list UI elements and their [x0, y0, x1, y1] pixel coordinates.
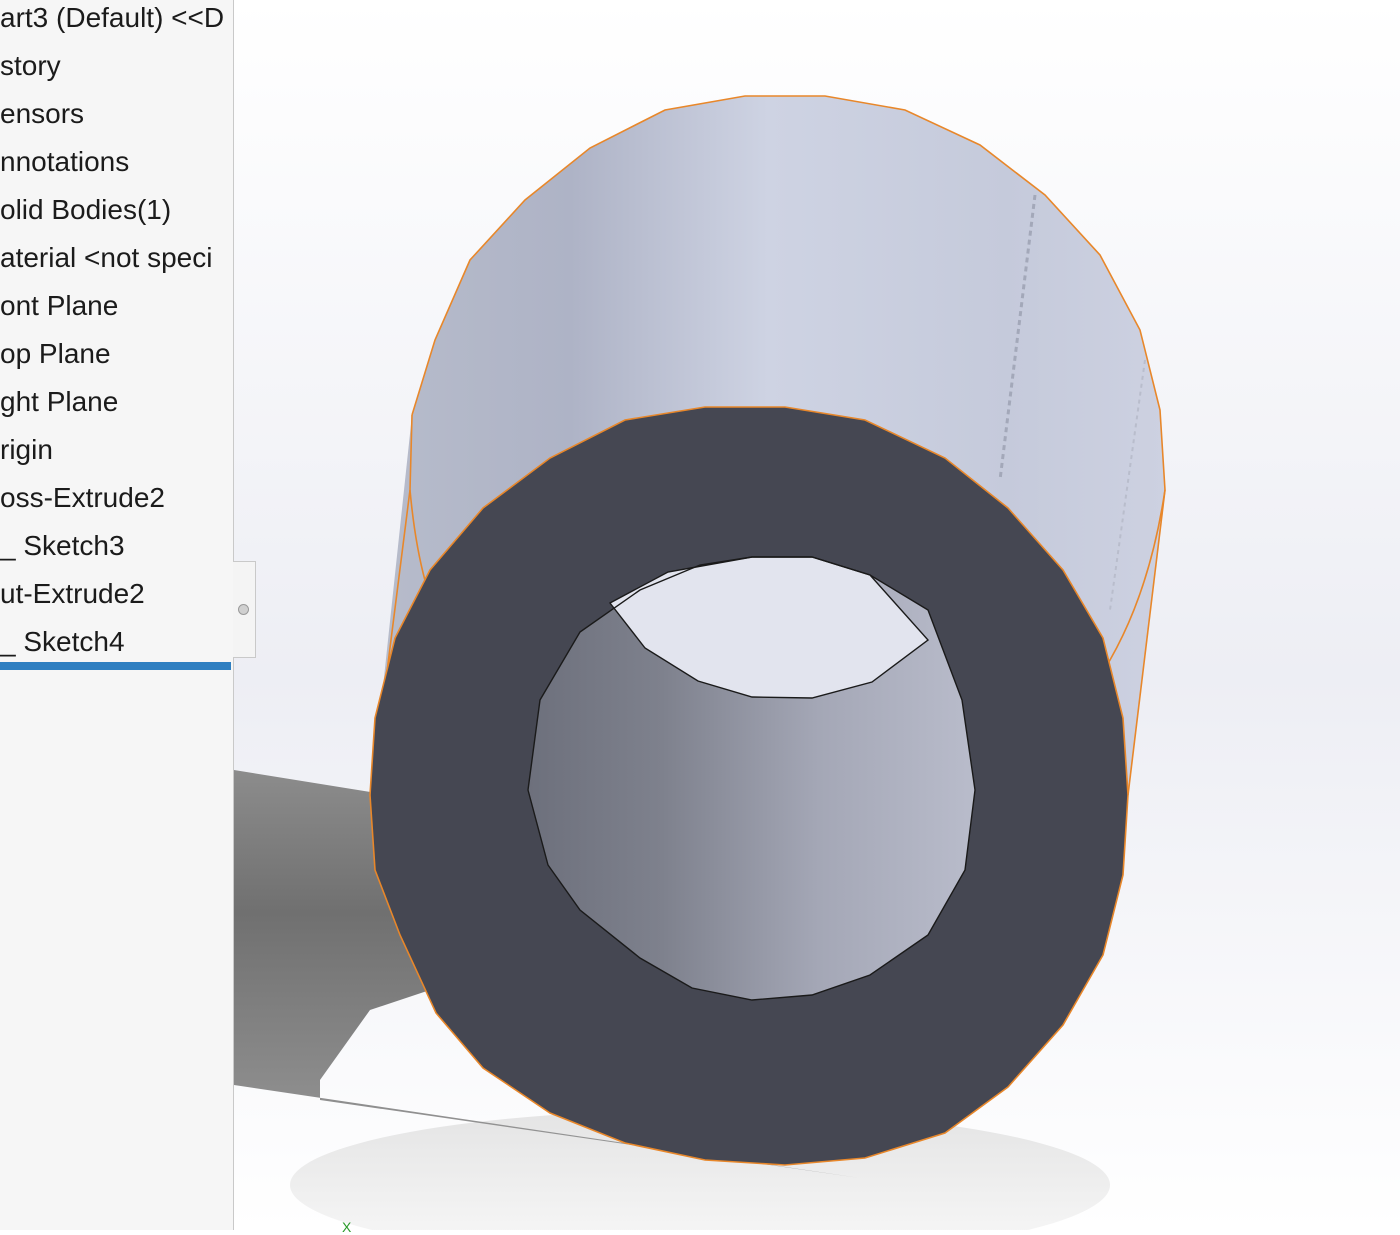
- tree-item[interactable]: op Plane: [0, 336, 233, 384]
- tree-item-label: olid Bodies(1): [0, 194, 172, 225]
- tree-item-label: ght Plane: [0, 386, 119, 417]
- tree-item-label: rigin: [0, 434, 53, 465]
- tree-item[interactable]: _ Sketch3: [0, 528, 233, 576]
- tree-item[interactable]: nnotations: [0, 144, 233, 192]
- selection-highlight: [0, 662, 231, 670]
- tree-item[interactable]: aterial <not speci: [0, 240, 233, 288]
- splitter-grip-icon[interactable]: [238, 604, 249, 615]
- tree-item-label: aterial <not speci: [0, 242, 213, 273]
- tree-item-label: story: [0, 50, 61, 81]
- panel-splitter[interactable]: [233, 561, 256, 658]
- tree-item[interactable]: ont Plane: [0, 288, 233, 336]
- tree-item[interactable]: ensors: [0, 96, 233, 144]
- tree-item[interactable]: story: [0, 48, 233, 96]
- tree-item-label: ont Plane: [0, 290, 119, 321]
- tree-item-label: nnotations: [0, 146, 130, 177]
- tree-item[interactable]: ut-Extrude2: [0, 576, 233, 624]
- graphics-viewport[interactable]: [234, 0, 1400, 1230]
- tree-item[interactable]: olid Bodies(1): [0, 192, 233, 240]
- tree-item-label: ut-Extrude2: [0, 578, 145, 609]
- tree-item[interactable]: oss-Extrude2: [0, 480, 233, 528]
- tree-item-label: _ Sketch3: [0, 530, 125, 561]
- feature-tree-list: art3 (Default) <<D story ensors nnotations o…: [0, 0, 233, 672]
- tree-item-label: ensors: [0, 98, 85, 129]
- tree-item[interactable]: art3 (Default) <<D: [0, 0, 233, 48]
- tree-item[interactable]: rigin: [0, 432, 233, 480]
- triad-x-axis-label: X: [342, 1219, 352, 1235]
- tree-item-label: op Plane: [0, 338, 111, 369]
- feature-manager-tree: art3 (Default) <<D story ensors nnotations o…: [0, 0, 234, 1230]
- tree-item[interactable]: ght Plane: [0, 384, 233, 432]
- tree-item-label: _ Sketch4: [0, 626, 125, 657]
- tree-item-label: art3 (Default) <<D: [0, 2, 225, 33]
- tree-item-label: oss-Extrude2: [0, 482, 165, 513]
